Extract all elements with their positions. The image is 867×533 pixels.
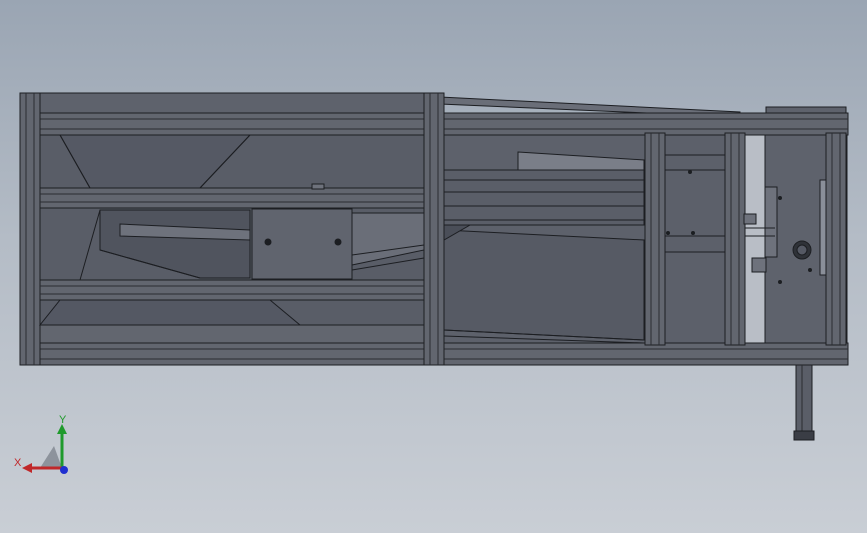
top-left-cover[interactable] [39, 92, 425, 114]
hopper-lower[interactable] [38, 299, 302, 326]
inner-rail-lower[interactable] [39, 279, 425, 301]
triad-base-shading [40, 446, 62, 468]
z-axis-dot [60, 466, 68, 474]
bolt-1 [264, 238, 272, 246]
inner-rail-upper[interactable] [39, 187, 425, 209]
leg-foot[interactable] [793, 430, 815, 441]
coordinate-triad: Y X [14, 414, 68, 474]
middle-post[interactable] [423, 92, 445, 366]
lower-funnel-plate[interactable] [443, 229, 645, 341]
cabinet-panel[interactable] [664, 134, 726, 344]
right-post-3[interactable] [825, 132, 847, 346]
cad-model-viewport[interactable] [0, 0, 867, 533]
support-leg[interactable] [795, 364, 813, 434]
frame-assembly[interactable] [19, 92, 849, 441]
bolt-2 [334, 238, 342, 246]
left-post[interactable] [19, 92, 41, 366]
x-axis-label: X [14, 457, 22, 469]
inner-rail-bottom[interactable] [39, 324, 425, 344]
light-panel[interactable] [744, 134, 766, 344]
right-post-1[interactable] [644, 132, 666, 346]
right-post-2[interactable] [724, 132, 746, 346]
slide-rail-assembly[interactable] [443, 169, 645, 226]
y-axis-label: Y [59, 414, 67, 426]
